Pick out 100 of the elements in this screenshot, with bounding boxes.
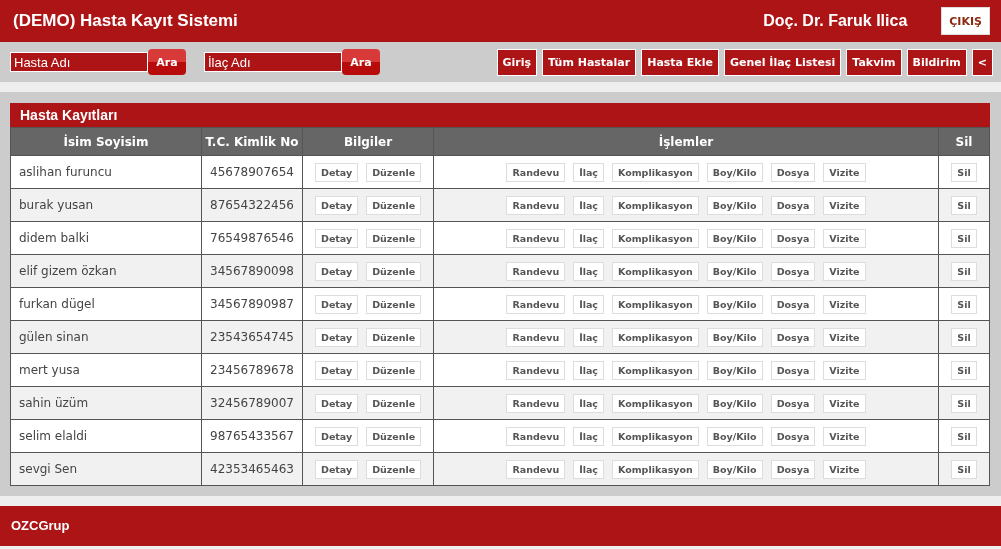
action-button[interactable]: Randevu (506, 327, 566, 347)
info-button[interactable]: Detay (315, 426, 359, 446)
info-button[interactable]: Düzenle (366, 393, 422, 413)
delete-button[interactable]: Sil (951, 360, 977, 380)
action-button[interactable]: Komplikasyon (612, 360, 699, 380)
action-button[interactable]: Boy/Kilo (706, 162, 763, 182)
action-button[interactable]: Dosya (770, 426, 816, 446)
delete-button[interactable]: Sil (951, 195, 977, 215)
info-button[interactable]: Detay (315, 294, 359, 314)
info-button[interactable]: Detay (315, 195, 359, 215)
action-button[interactable]: Komplikasyon (612, 195, 699, 215)
action-button[interactable]: Komplikasyon (612, 261, 699, 281)
action-button[interactable]: Vizite (823, 294, 866, 314)
nav-button[interactable]: Giriş (496, 48, 538, 76)
search-field[interactable]: İlaç Adı (204, 52, 342, 72)
action-button[interactable]: İlaç (573, 360, 604, 380)
action-button[interactable]: Randevu (506, 162, 566, 182)
info-button[interactable]: Detay (315, 162, 359, 182)
delete-button[interactable]: Sil (951, 327, 977, 347)
action-button[interactable]: İlaç (573, 426, 604, 446)
action-button[interactable]: Komplikasyon (612, 393, 699, 413)
search-button[interactable]: Ara (148, 49, 186, 75)
action-button[interactable]: Komplikasyon (612, 459, 699, 479)
search-field[interactable]: Hasta Adı (10, 52, 148, 72)
action-button[interactable]: İlaç (573, 327, 604, 347)
delete-button[interactable]: Sil (951, 228, 977, 248)
action-button[interactable]: Dosya (770, 360, 816, 380)
info-button[interactable]: Düzenle (366, 327, 422, 347)
action-button[interactable]: Vizite (823, 327, 866, 347)
action-button[interactable]: Dosya (770, 228, 816, 248)
action-button[interactable]: Randevu (506, 360, 566, 380)
action-button[interactable]: Dosya (770, 459, 816, 479)
action-button[interactable]: Vizite (823, 393, 866, 413)
action-button[interactable]: İlaç (573, 228, 604, 248)
action-button[interactable]: Randevu (506, 195, 566, 215)
delete-button[interactable]: Sil (951, 294, 977, 314)
info-button[interactable]: Detay (315, 393, 359, 413)
action-button[interactable]: Boy/Kilo (706, 426, 763, 446)
action-button[interactable]: Dosya (770, 195, 816, 215)
action-button[interactable]: Boy/Kilo (706, 327, 763, 347)
action-button[interactable]: Boy/Kilo (706, 459, 763, 479)
action-button[interactable]: İlaç (573, 393, 604, 413)
nav-button[interactable]: Hasta Ekle (641, 48, 719, 76)
action-button[interactable]: Boy/Kilo (706, 261, 763, 281)
action-button[interactable]: Komplikasyon (612, 228, 699, 248)
action-button[interactable]: Boy/Kilo (706, 294, 763, 314)
action-button[interactable]: İlaç (573, 261, 604, 281)
info-button[interactable]: Düzenle (366, 228, 422, 248)
action-button[interactable]: Komplikasyon (612, 294, 699, 314)
info-button[interactable]: Düzenle (366, 360, 422, 380)
action-button[interactable]: Boy/Kilo (706, 360, 763, 380)
nav-button[interactable]: Tüm Hastalar (542, 48, 637, 76)
action-button[interactable]: Dosya (770, 261, 816, 281)
action-button[interactable]: İlaç (573, 459, 604, 479)
action-button[interactable]: Boy/Kilo (706, 393, 763, 413)
nav-button[interactable]: < (971, 48, 993, 76)
search-button[interactable]: Ara (342, 49, 380, 75)
info-button[interactable]: Düzenle (366, 426, 422, 446)
info-button[interactable]: Detay (315, 360, 359, 380)
delete-button[interactable]: Sil (951, 393, 977, 413)
delete-button[interactable]: Sil (951, 459, 977, 479)
nav-button[interactable]: Genel İlaç Listesi (723, 48, 842, 76)
action-button[interactable]: Vizite (823, 195, 866, 215)
action-button[interactable]: Randevu (506, 459, 566, 479)
action-button[interactable]: Randevu (506, 261, 566, 281)
delete-button[interactable]: Sil (951, 162, 977, 182)
action-button[interactable]: İlaç (573, 195, 604, 215)
action-button[interactable]: İlaç (573, 162, 604, 182)
action-button[interactable]: Dosya (770, 162, 816, 182)
action-button[interactable]: Vizite (823, 426, 866, 446)
action-button[interactable]: Vizite (823, 459, 866, 479)
action-button[interactable]: Vizite (823, 162, 866, 182)
action-button[interactable]: Randevu (506, 294, 566, 314)
info-button[interactable]: Detay (315, 327, 359, 347)
action-button[interactable]: Dosya (770, 393, 816, 413)
action-button[interactable]: Randevu (506, 426, 566, 446)
info-button[interactable]: Detay (315, 228, 359, 248)
info-button[interactable]: Düzenle (366, 294, 422, 314)
action-button[interactable]: Randevu (506, 393, 566, 413)
info-button[interactable]: Detay (315, 261, 359, 281)
action-button[interactable]: Randevu (506, 228, 566, 248)
action-button[interactable]: Komplikasyon (612, 327, 699, 347)
info-button[interactable]: Detay (315, 459, 359, 479)
action-button[interactable]: Dosya (770, 294, 816, 314)
delete-button[interactable]: Sil (951, 261, 977, 281)
info-button[interactable]: Düzenle (366, 261, 422, 281)
action-button[interactable]: İlaç (573, 294, 604, 314)
action-button[interactable]: Vizite (823, 261, 866, 281)
action-button[interactable]: Vizite (823, 228, 866, 248)
info-button[interactable]: Düzenle (366, 162, 422, 182)
action-button[interactable]: Vizite (823, 360, 866, 380)
info-button[interactable]: Düzenle (366, 195, 422, 215)
action-button[interactable]: Komplikasyon (612, 162, 699, 182)
nav-button[interactable]: Bildirim (906, 48, 967, 76)
info-button[interactable]: Düzenle (366, 459, 422, 479)
logout-button[interactable]: ÇIKIŞ (941, 7, 990, 35)
action-button[interactable]: Komplikasyon (612, 426, 699, 446)
action-button[interactable]: Boy/Kilo (706, 228, 763, 248)
action-button[interactable]: Dosya (770, 327, 816, 347)
delete-button[interactable]: Sil (951, 426, 977, 446)
